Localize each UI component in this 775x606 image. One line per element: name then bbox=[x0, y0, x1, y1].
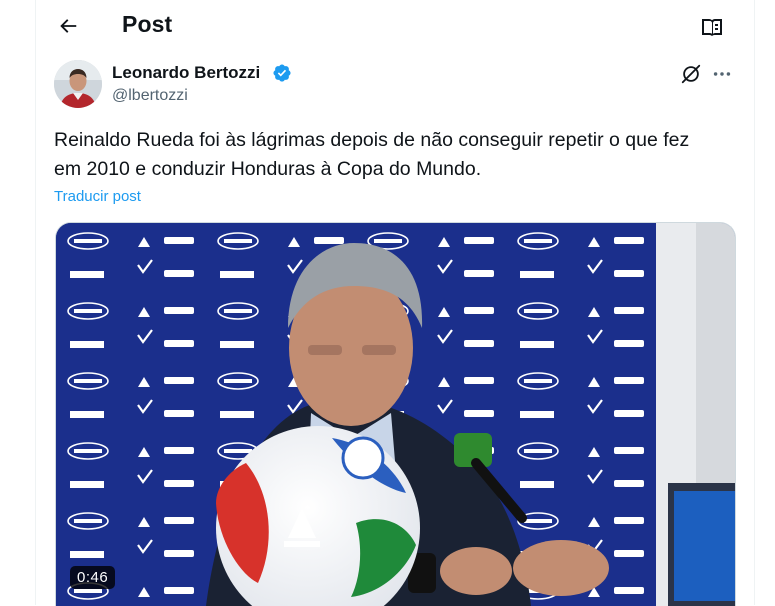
author-handle[interactable]: @lbertozzi bbox=[112, 87, 188, 105]
avatar-image bbox=[54, 60, 102, 108]
post-detail-column: Post Leonardo Bertozzi @lbertozzi Reinal… bbox=[35, 0, 755, 606]
grok-button[interactable] bbox=[679, 62, 703, 86]
video-duration-badge: 0:46 bbox=[70, 566, 116, 589]
verified-badge-icon bbox=[273, 64, 291, 82]
video-player[interactable]: 0:46 bbox=[55, 222, 736, 606]
video-frame bbox=[56, 223, 735, 606]
more-horizontal-icon bbox=[713, 72, 731, 76]
author-avatar[interactable] bbox=[54, 60, 102, 108]
author-name[interactable]: Leonardo Bertozzi bbox=[112, 63, 260, 83]
book-icon bbox=[702, 19, 722, 36]
reader-mode-button[interactable] bbox=[697, 12, 727, 42]
arrow-left-icon bbox=[60, 19, 77, 33]
page-title: Post bbox=[122, 11, 173, 37]
top-bar: Post bbox=[36, 0, 754, 52]
more-options-button[interactable] bbox=[710, 62, 734, 86]
back-button[interactable] bbox=[52, 10, 84, 42]
grok-icon bbox=[681, 64, 701, 84]
translate-post-link[interactable]: Traducir post bbox=[54, 188, 141, 205]
post-text: Reinaldo Rueda foi às lágrimas depois de… bbox=[54, 129, 690, 180]
